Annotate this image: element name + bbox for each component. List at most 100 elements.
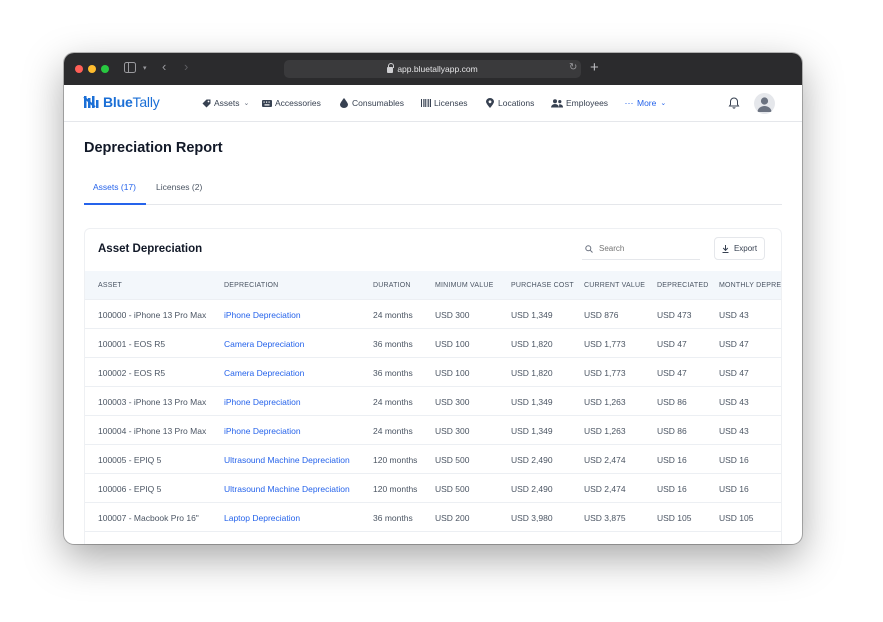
table-cell: 100002 - EOS R5 [98,368,166,378]
brand-logo[interactable]: BlueTally [83,94,160,110]
maximize-window-button[interactable] [101,65,109,73]
table-cell: 100007 - Macbook Pro 16" [98,513,199,523]
table-row[interactable]: 100003 - iPhone 13 Pro Max iPhone Depreci… [85,386,781,415]
table-cell: USD 2,490 [511,484,553,494]
table-cell: 36 months [373,513,413,523]
nav-item-assets[interactable]: Assets ⌄ [201,98,249,108]
sidebar-toggle-icon[interactable] [124,62,136,76]
table-row[interactable]: 100008 - Macbook Pro 16" Laptop Depreciat… [85,531,781,544]
table-cell: USD 86 [657,397,687,407]
address-bar[interactable]: app.bluetallyapp.com [284,60,581,78]
nav-item-licenses[interactable]: Licenses [421,98,468,108]
search-box[interactable] [582,238,700,260]
column-header[interactable]: DEPRECIATION [224,282,278,289]
page-title: Depreciation Report [84,140,223,156]
column-header[interactable]: MONTHLY DEPREC [719,282,781,289]
report-tabs: Assets (17) Licenses (2) [84,173,782,205]
nav-item-accessories[interactable]: Accessories [262,98,321,108]
chevron-down-icon: ⌄ [243,100,250,107]
depreciation-link[interactable]: Camera Depreciation [224,368,304,378]
nav-label-locations: Locations [498,98,535,108]
lock-icon [387,63,395,73]
table-cell: USD 1,820 [511,368,553,378]
column-header[interactable]: DURATION [373,282,411,289]
reload-icon[interactable]: ↻ [569,62,577,73]
nav-label-employees: Employees [566,98,609,108]
table-cell: 100008 - Macbook Pro 16" [98,542,199,544]
depreciation-link[interactable]: iPhone Depreciation [224,426,301,436]
table-cell: USD 105 [719,542,754,544]
table-cell: 100000 - iPhone 13 Pro Max [98,310,207,320]
export-label: Export [733,244,758,253]
table-row[interactable]: 100000 - iPhone 13 Pro Max iPhone Depreci… [85,299,781,328]
tab-licenses[interactable]: Licenses (2) [156,182,202,192]
nav-item-employees[interactable]: Employees [551,98,608,108]
table-cell: 36 months [373,368,413,378]
table-row[interactable]: 100004 - iPhone 13 Pro Max iPhone Depreci… [85,415,781,444]
table-cell: USD 1,349 [511,310,553,320]
table-cell: 120 months [373,455,418,465]
droplet-icon [339,98,349,108]
search-icon [585,244,593,253]
table-cell: 100005 - EPIQ 5 [98,455,162,465]
column-header[interactable]: CURRENT VALUE [584,282,645,289]
column-header[interactable]: DEPRECIATED [657,282,708,289]
tab-assets[interactable]: Assets (17) [93,182,136,192]
chevron-down-icon[interactable]: ▾ [143,62,147,76]
depreciation-link[interactable]: Ultrasound Machine Depreciation [224,455,350,465]
search-input[interactable] [599,244,689,253]
table-cell: USD 300 [435,426,470,436]
table-cell: USD 2,474 [584,455,626,465]
forward-arrow-icon[interactable]: › [184,60,188,74]
table-cell: USD 300 [435,310,470,320]
table-cell: USD 3,980 [511,513,553,523]
depreciation-link[interactable]: iPhone Depreciation [224,310,301,320]
depreciation-link[interactable]: Laptop Depreciation [224,513,300,523]
minimize-window-button[interactable] [88,65,96,73]
table-cell: USD 86 [657,426,687,436]
table-cell: USD 47 [719,339,749,349]
close-window-button[interactable] [75,65,83,73]
brand-name: BlueTally [103,94,160,110]
table-cell: USD 105 [719,513,754,523]
table-cell: USD 500 [435,484,470,494]
table-cell: USD 300 [435,397,470,407]
back-arrow-icon[interactable]: ‹ [162,60,166,74]
table-row[interactable]: 100006 - EPIQ 5 Ultrasound Machine Deprec… [85,473,781,502]
column-header[interactable]: MINIMUM VALUE [435,282,493,289]
barcode-icon [421,98,431,108]
table-cell: 24 months [373,426,413,436]
bluetally-logo-icon [83,94,99,110]
column-header[interactable]: PURCHASE COST [511,282,574,289]
table-cell: USD 500 [435,455,470,465]
export-button[interactable]: Export [714,237,765,260]
table-row[interactable]: 100002 - EOS R5 Camera Depreciation 36 mon… [85,357,781,386]
table-cell: USD 47 [657,368,687,378]
depreciation-link[interactable]: Camera Depreciation [224,339,304,349]
user-avatar[interactable] [754,93,775,114]
nav-label-licenses: Licenses [434,98,468,108]
column-header[interactable]: ASSET [98,282,122,289]
table-cell: 24 months [373,310,413,320]
bell-icon[interactable] [727,96,741,110]
depreciation-link[interactable]: Laptop Depreciation [224,542,300,544]
table-cell: USD 16 [657,455,687,465]
nav-label-accessories: Accessories [275,98,321,108]
table-row[interactable]: 100005 - EPIQ 5 Ultrasound Machine Deprec… [85,444,781,473]
table-cell: USD 876 [584,310,619,320]
nav-item-consumables[interactable]: Consumables [339,98,404,108]
table-cell: USD 43 [719,397,749,407]
depreciation-link[interactable]: iPhone Depreciation [224,397,301,407]
nav-item-locations[interactable]: Locations [485,98,534,108]
table-cell: USD 100 [435,339,470,349]
table-cell: 36 months [373,542,413,544]
table-row[interactable]: 100001 - EOS R5 Camera Depreciation 36 mon… [85,328,781,357]
nav-item-more[interactable]: ··· More ⌄ [624,98,667,108]
table-cell: 100006 - EPIQ 5 [98,484,162,494]
depreciation-link[interactable]: Ultrasound Machine Depreciation [224,484,350,494]
table-cell: USD 47 [657,339,687,349]
table-row[interactable]: 100007 - Macbook Pro 16" Laptop Depreciat… [85,502,781,531]
keyboard-icon [262,98,272,108]
active-tab-indicator [84,203,146,205]
new-tab-icon[interactable]: + [590,59,599,76]
